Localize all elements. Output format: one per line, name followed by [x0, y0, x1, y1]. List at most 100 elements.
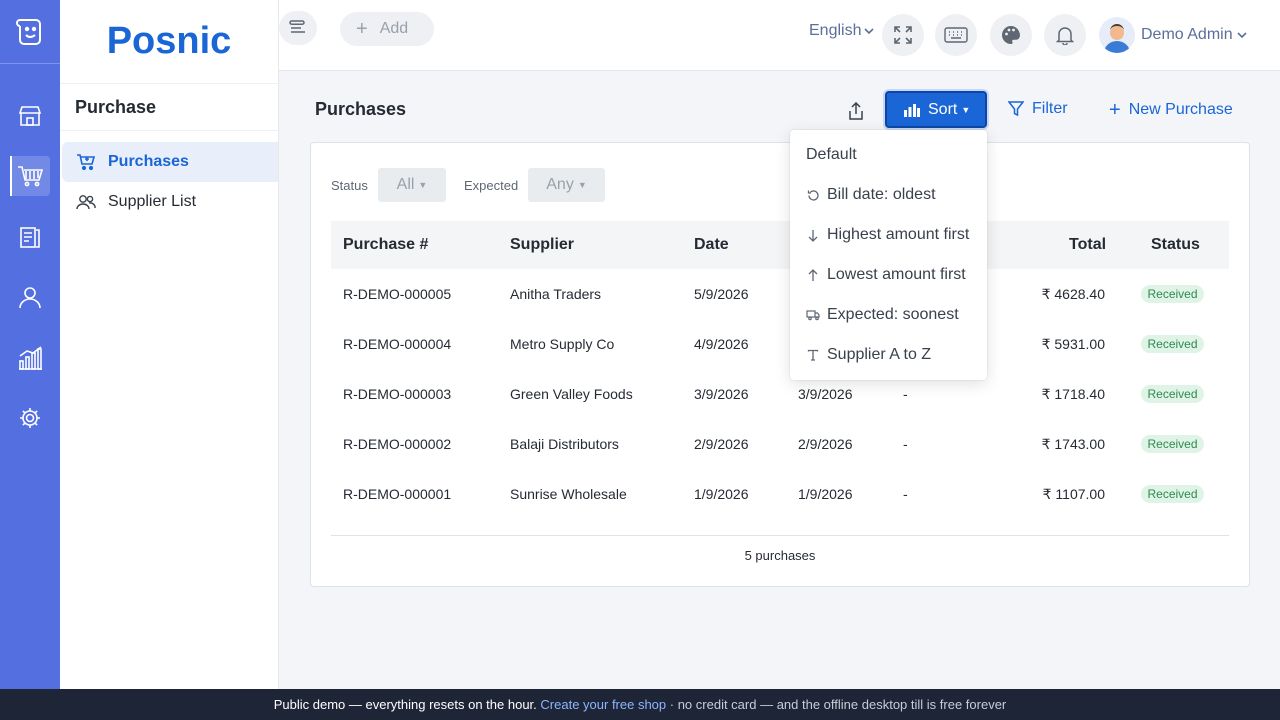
page-title: Purchases [315, 99, 407, 119]
purchase-id: R-DEMO-000005 [343, 286, 452, 302]
expected-date: 3/9/2026 [798, 386, 853, 402]
plus-icon: + [356, 18, 368, 40]
table-row[interactable]: R-DEMO-000002 Balaji Distributors 2/9/20… [331, 420, 1229, 470]
table-row[interactable]: R-DEMO-000001 Sunrise Wholesale 1/9/2026… [331, 470, 1229, 520]
sort-option-label: Default [806, 146, 857, 163]
purchase-total: ₹ 1718.40 [1041, 386, 1105, 402]
table-row[interactable]: R-DEMO-000003 Green Valley Foods 3/9/202… [331, 370, 1229, 420]
sort-option-expected-soonest[interactable]: Expected: soonest [806, 303, 959, 327]
menu-toggle-button[interactable] [279, 11, 317, 45]
purchase-id: R-DEMO-000004 [343, 336, 452, 352]
arrow-down-icon [806, 228, 820, 242]
sidebar-item-supplier-list[interactable]: Supplier List [62, 182, 278, 222]
supplier-name: Anitha Traders [510, 286, 602, 302]
purchase-total: ₹ 4628.40 [1041, 286, 1105, 302]
column-header[interactable]: Supplier [510, 236, 574, 254]
filter-label: Filter [1032, 100, 1068, 117]
store-icon[interactable] [10, 96, 50, 136]
purchase-total: ₹ 1743.00 [1041, 436, 1105, 452]
create-shop-link[interactable]: Create your free shop [540, 697, 666, 712]
caret-down-icon: ▼ [577, 180, 587, 190]
plus-icon: + [1109, 99, 1121, 121]
analytics-icon[interactable] [10, 338, 50, 378]
chevron-down-icon [1237, 31, 1247, 38]
chevron-down-icon [864, 27, 875, 34]
sidebar-item-purchases[interactable]: Purchases [62, 142, 278, 182]
icon-rail [0, 0, 60, 689]
notifications-button[interactable] [1044, 14, 1086, 56]
placeholder-dash: - [903, 486, 908, 502]
purchase-id: R-DEMO-000003 [343, 386, 452, 402]
menu-lines-icon [289, 20, 305, 33]
status-filter-value: All [396, 176, 415, 193]
purchase-total: ₹ 5931.00 [1041, 336, 1105, 352]
sort-option-label: Highest amount first [827, 226, 970, 243]
footer-trail-text: · no credit card — and the offline deskt… [669, 697, 1007, 712]
purchase-cart-icon[interactable] [10, 156, 50, 196]
sort-option-label: Lowest amount first [827, 266, 966, 283]
text-icon [806, 348, 820, 362]
keyboard-shortcuts-button[interactable] [935, 14, 977, 56]
add-button[interactable]: + Add [340, 12, 434, 46]
supplier-name: Green Valley Foods [510, 386, 633, 402]
expected-date: 2/9/2026 [798, 436, 853, 452]
sort-option-default[interactable]: Default [806, 143, 857, 167]
app-logo-icon[interactable] [0, 0, 60, 64]
expected-filter-select[interactable]: Any ▼ [528, 168, 605, 202]
report-clipboard-icon[interactable] [10, 217, 50, 257]
column-header[interactable]: Date [694, 236, 729, 254]
avatar [1099, 17, 1135, 53]
purchases-card: Status All ▼ Expected Any ▼ Purchase # S… [310, 142, 1250, 587]
fullscreen-button[interactable] [882, 14, 924, 56]
add-label: Add [379, 20, 409, 37]
section-title: Purchase [60, 84, 278, 131]
filter-button[interactable]: Filter [1008, 100, 1068, 118]
truck-icon [806, 308, 820, 322]
history-icon [806, 188, 820, 202]
status-badge: Received [1141, 485, 1204, 503]
new-purchase-button[interactable]: + New Purchase [1109, 100, 1233, 120]
sidebar-item-label: Purchases [108, 153, 189, 170]
top-bar: + Add English Demo Admin [279, 0, 1280, 71]
purchase-id: R-DEMO-000002 [343, 436, 452, 452]
sort-button[interactable]: Sort ▼ [885, 91, 987, 128]
sort-label: Sort [928, 100, 958, 118]
bar-chart-icon [904, 103, 920, 117]
status-filter-label: Status [331, 178, 368, 193]
table-header: Purchase # Supplier Date Total Status [331, 221, 1229, 269]
sort-option-lowest-amount[interactable]: Lowest amount first [806, 263, 966, 287]
arrow-up-icon [806, 268, 820, 282]
column-header[interactable]: Purchase # [343, 236, 428, 254]
theme-button[interactable] [990, 14, 1032, 56]
column-header[interactable]: Total [1069, 236, 1106, 254]
status-badge: Received [1141, 285, 1204, 303]
sort-option-label: Expected: soonest [827, 306, 959, 323]
sort-option-bill-date-oldest[interactable]: Bill date: oldest [806, 183, 936, 207]
expected-date: 1/9/2026 [798, 486, 853, 502]
sort-dropdown-menu: Default Bill date: oldest Highest amount… [790, 130, 987, 380]
purchase-date: 2/9/2026 [694, 436, 749, 452]
language-label: English [809, 22, 862, 39]
caret-down-icon: ▼ [961, 104, 971, 115]
settings-gear-icon[interactable] [10, 398, 50, 438]
supplier-name: Sunrise Wholesale [510, 486, 627, 502]
sort-option-supplier-a-z[interactable]: Supplier A to Z [806, 343, 931, 367]
user-menu[interactable]: Demo Admin [1099, 17, 1247, 53]
expected-filter-value: Any [546, 176, 574, 193]
status-badge: Received [1141, 335, 1204, 353]
column-header[interactable]: Status [1151, 236, 1200, 254]
table-row[interactable]: R-DEMO-000004 Metro Supply Co 4/9/2026 ₹… [331, 320, 1229, 370]
brand-logo[interactable]: Posnic [60, 0, 278, 84]
secondary-sidebar: Posnic Purchase Purchases Supplier List [60, 0, 279, 689]
purchase-total: ₹ 1107.00 [1042, 486, 1105, 502]
user-name: Demo Admin [1141, 26, 1233, 43]
export-button[interactable] [842, 97, 870, 125]
language-selector[interactable]: English [809, 22, 875, 40]
bell-icon [1056, 27, 1074, 45]
purchase-date: 5/9/2026 [694, 286, 749, 302]
user-icon[interactable] [10, 277, 50, 317]
placeholder-dash: - [903, 436, 908, 452]
table-row[interactable]: R-DEMO-000005 Anitha Traders 5/9/2026 ₹ … [331, 270, 1229, 320]
sort-option-highest-amount[interactable]: Highest amount first [806, 223, 969, 247]
status-filter-select[interactable]: All ▼ [378, 168, 446, 202]
